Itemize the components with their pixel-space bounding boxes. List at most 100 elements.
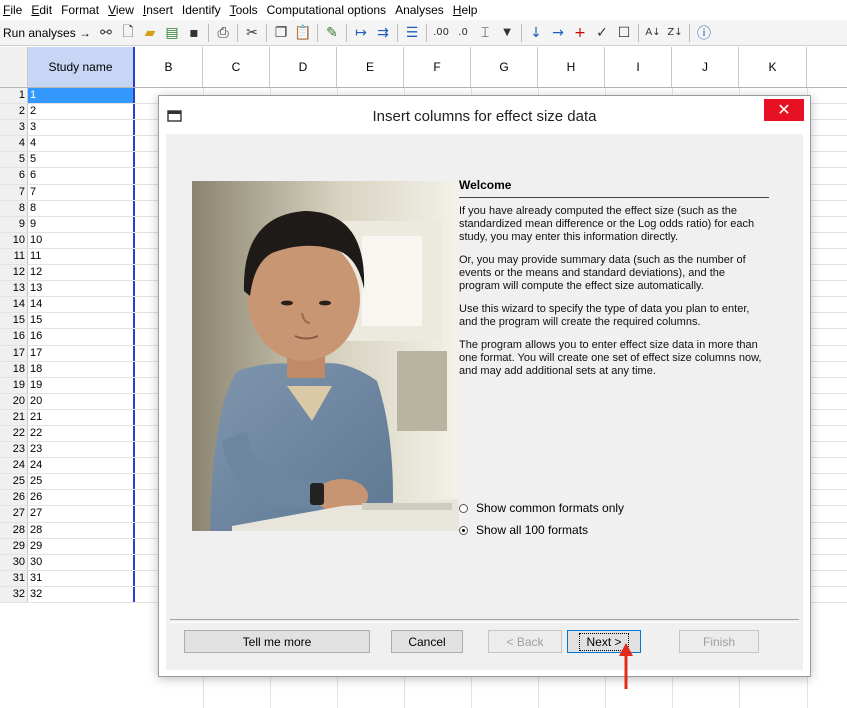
study-name-cell[interactable]: 19 [28,377,135,393]
study-name-cell[interactable]: 26 [28,490,135,506]
radio-common-formats[interactable]: Show common formats only [459,497,624,519]
study-name-cell[interactable]: 10 [28,232,135,248]
row-number[interactable]: 13 [0,281,28,297]
finish-button[interactable]: Finish [679,630,759,653]
dropdown-icon[interactable]: ▼ [497,23,517,43]
study-name-cell[interactable]: 18 [28,361,135,377]
study-name-cell[interactable]: 1 [28,88,135,104]
open-file-icon[interactable]: ▤ [162,23,182,43]
back-button[interactable]: < Back [488,630,562,653]
radio-unchecked-icon[interactable] [459,503,468,513]
row-number[interactable]: 9 [0,216,28,232]
study-name-cell[interactable]: 27 [28,506,135,522]
paste-icon[interactable]: 📋 [293,23,313,43]
study-name-cell[interactable]: 28 [28,522,135,538]
list-icon[interactable]: ☰ [402,23,422,43]
column-header-b[interactable]: B [135,47,203,87]
link-icon[interactable]: ⚯ [96,23,116,43]
copy-icon[interactable]: ❐ [271,23,291,43]
row-number[interactable]: 21 [0,409,28,425]
column-header-d[interactable]: D [270,47,337,87]
row-number[interactable]: 31 [0,570,28,586]
close-button[interactable]: ✕ [764,99,804,121]
row-number[interactable]: 16 [0,329,28,345]
row-number[interactable]: 32 [0,586,28,602]
row-number[interactable]: 20 [0,393,28,409]
study-name-cell[interactable]: 4 [28,136,135,152]
sort-descending-icon[interactable]: Z↓ [665,23,685,43]
columns-icon[interactable]: ⌶ [475,23,495,43]
column-header-g[interactable]: G [471,47,538,87]
row-number[interactable]: 5 [0,152,28,168]
grid-corner[interactable] [0,47,28,87]
study-name-cell[interactable]: 25 [28,474,135,490]
row-number[interactable]: 24 [0,458,28,474]
row-number[interactable]: 18 [0,361,28,377]
study-name-cell[interactable]: 15 [28,313,135,329]
row-number[interactable]: 26 [0,490,28,506]
study-name-cell[interactable]: 2 [28,104,135,120]
row-number[interactable]: 19 [0,377,28,393]
study-name-cell[interactable]: 7 [28,184,135,200]
arrow-down-icon[interactable]: ↓ [526,23,546,43]
cut-icon[interactable]: ✂ [242,23,262,43]
study-name-cell[interactable]: 24 [28,458,135,474]
study-name-cell[interactable]: 22 [28,425,135,442]
row-number[interactable]: 27 [0,506,28,522]
study-name-cell[interactable]: 16 [28,329,135,345]
menu-analyses[interactable]: Analyses [395,3,444,17]
column-header-c[interactable]: C [203,47,270,87]
row-number[interactable]: 11 [0,248,28,265]
row-number[interactable]: 29 [0,538,28,554]
study-name-cell[interactable]: 23 [28,442,135,458]
edit-icon[interactable]: ✎ [322,23,342,43]
study-name-cell[interactable]: 9 [28,216,135,232]
cancel-button[interactable]: Cancel [391,630,463,653]
column-header-j[interactable]: J [672,47,739,87]
row-number[interactable]: 12 [0,265,28,281]
move-right-icon[interactable]: ⇉ [373,23,393,43]
decimal-decrease-icon[interactable]: .0 [453,23,473,43]
menu-help[interactable]: Help [453,3,478,17]
column-header-h[interactable]: H [538,47,605,87]
row-number[interactable]: 8 [0,200,28,216]
radio-all-formats[interactable]: Show all 100 formats [459,519,624,541]
row-number[interactable]: 30 [0,554,28,570]
column-header-k[interactable]: K [739,47,807,87]
open-folder-icon[interactable]: ▰ [140,23,160,43]
study-name-cell[interactable]: 20 [28,393,135,409]
study-name-cell[interactable]: 8 [28,200,135,216]
menu-format[interactable]: Format [61,3,99,17]
study-name-cell[interactable]: 31 [28,570,135,586]
column-header-f[interactable]: F [404,47,471,87]
study-name-cell[interactable]: 3 [28,120,135,136]
study-name-cell[interactable]: 21 [28,409,135,425]
new-file-icon[interactable]: 🗋 [118,23,138,43]
sort-ascending-icon[interactable]: A↓ [643,23,663,43]
study-name-cell[interactable]: 29 [28,538,135,554]
checkbox-icon[interactable]: ☐ [614,23,634,43]
row-number[interactable]: 22 [0,425,28,442]
tell-me-more-button[interactable]: Tell me more [184,630,370,653]
menu-tools[interactable]: Tools [230,3,258,17]
row-number[interactable]: 2 [0,104,28,120]
menu-identify[interactable]: Identify [182,3,221,17]
run-analyses-button[interactable]: Run analyses → [3,26,91,40]
row-number[interactable]: 6 [0,168,28,184]
row-number[interactable]: 1 [0,88,28,104]
decimal-increase-icon[interactable]: .00 [431,23,451,43]
radio-checked-icon[interactable] [459,525,468,535]
menu-file[interactable]: File [3,3,22,17]
arrow-right-icon[interactable]: → [548,23,568,43]
row-number[interactable]: 25 [0,474,28,490]
menu-edit[interactable]: Edit [31,3,52,17]
row-number[interactable]: 7 [0,184,28,200]
column-header-i[interactable]: I [605,47,672,87]
row-number[interactable]: 28 [0,522,28,538]
row-number[interactable]: 10 [0,232,28,248]
study-name-cell[interactable]: 12 [28,265,135,281]
study-name-cell[interactable]: 17 [28,345,135,361]
column-header-study-name[interactable]: Study name [28,47,135,87]
check-icon[interactable]: ✓ [592,23,612,43]
column-header-e[interactable]: E [337,47,404,87]
